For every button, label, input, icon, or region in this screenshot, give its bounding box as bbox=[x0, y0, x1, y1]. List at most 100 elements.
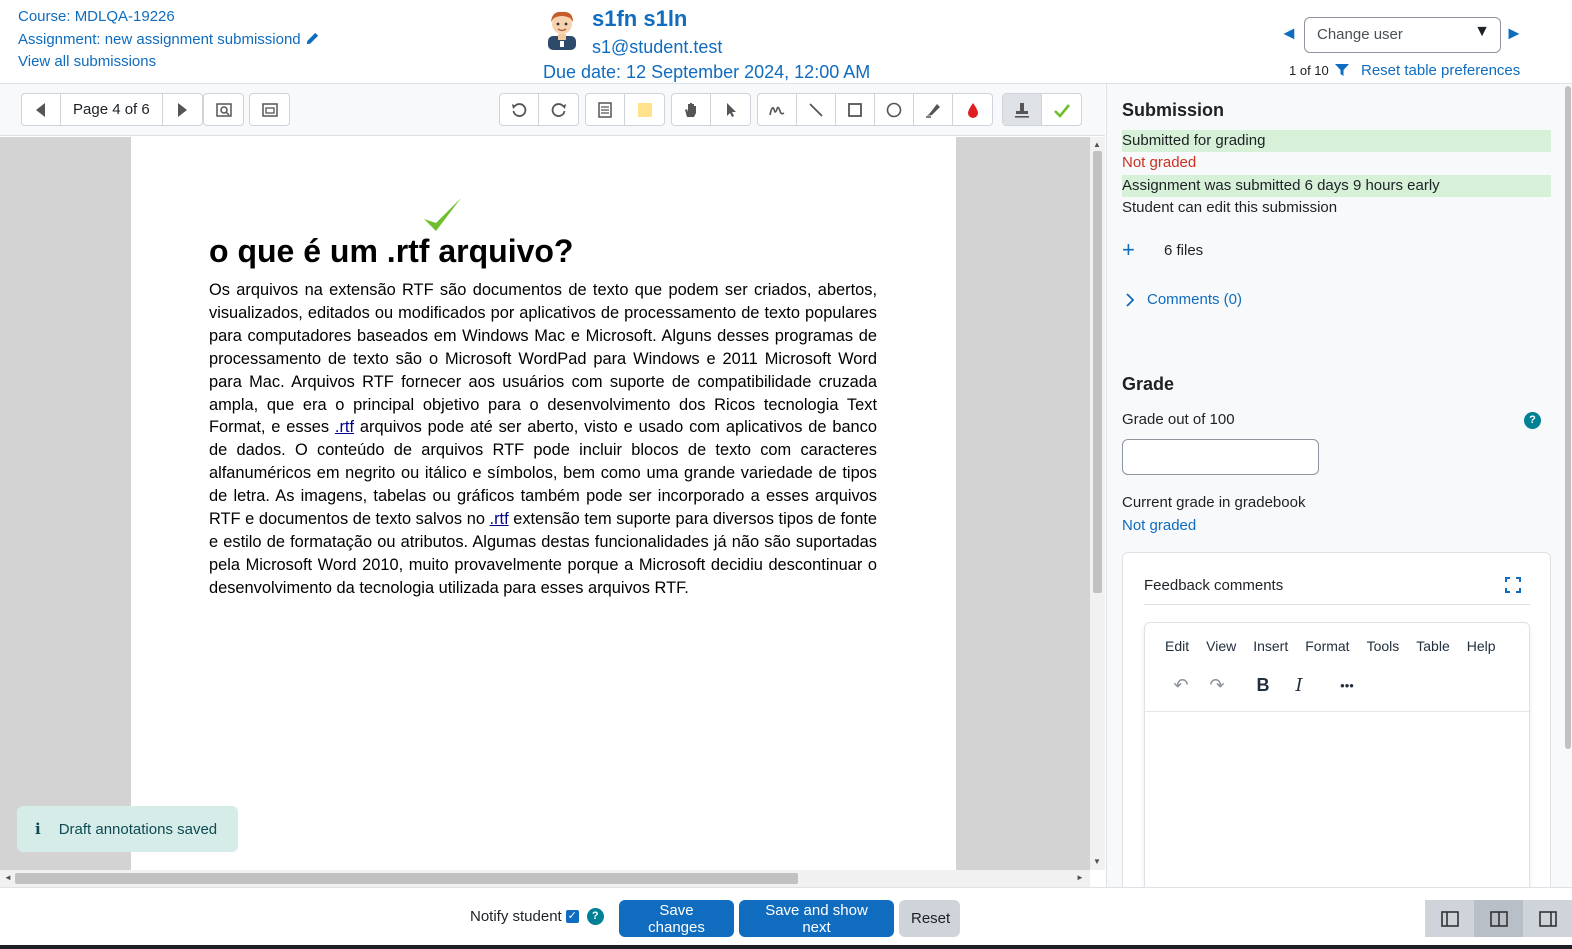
comment-button[interactable] bbox=[586, 94, 625, 125]
comments-label: Comments (0) bbox=[1147, 291, 1243, 308]
menu-help[interactable]: Help bbox=[1467, 638, 1496, 654]
save-and-show-next-button[interactable]: Save and show next bbox=[739, 900, 894, 937]
course-link[interactable]: Course: MDLQA-19226 bbox=[18, 6, 320, 29]
help-icon[interactable]: ? bbox=[586, 908, 604, 925]
rtf-link-1[interactable]: .rtf bbox=[335, 418, 354, 436]
rtf-link-2[interactable]: .rtf bbox=[490, 510, 509, 528]
plus-icon[interactable]: + bbox=[1122, 237, 1164, 263]
default-layout-button[interactable] bbox=[1474, 900, 1523, 937]
stamp-picker-button[interactable] bbox=[1042, 94, 1081, 125]
rectangle-button[interactable] bbox=[836, 94, 875, 125]
next-page-button[interactable] bbox=[163, 94, 202, 125]
help-icon[interactable]: ? bbox=[1524, 412, 1541, 429]
user-name[interactable]: s1fn s1ln bbox=[592, 6, 687, 32]
reset-button[interactable]: Reset bbox=[899, 900, 960, 937]
highlighter-button[interactable] bbox=[914, 94, 953, 125]
draw-tools-group bbox=[757, 93, 993, 126]
pan-button[interactable] bbox=[672, 94, 711, 125]
viewer-vertical-scrollbar-thumb[interactable] bbox=[1093, 151, 1102, 593]
viewer-horizontal-scrollbar[interactable]: ◄ ► bbox=[0, 870, 1090, 887]
next-user-icon[interactable]: ► bbox=[1505, 23, 1523, 44]
viewer-horizontal-scrollbar-thumb[interactable] bbox=[15, 873, 798, 884]
reset-table-preferences-link[interactable]: Reset table preferences bbox=[1361, 62, 1520, 79]
pan-select-group bbox=[671, 93, 751, 126]
stamp-button[interactable] bbox=[1003, 94, 1042, 125]
change-user-placeholder: Change user bbox=[1317, 26, 1403, 43]
annotation-toolbar: Page 4 of 6 bbox=[0, 84, 1105, 136]
previous-page-button[interactable] bbox=[22, 94, 61, 125]
toast-text: Draft annotations saved bbox=[58, 820, 218, 838]
assignment-link-label: Assignment: new assignment submissiond bbox=[18, 30, 301, 48]
view-all-submissions-link[interactable]: View all submissions bbox=[18, 51, 320, 74]
line-icon bbox=[809, 102, 823, 117]
menu-table[interactable]: Table bbox=[1416, 638, 1449, 654]
rotate-right-icon bbox=[551, 102, 566, 117]
oval-button[interactable] bbox=[875, 94, 914, 125]
save-changes-button[interactable]: Save changes bbox=[619, 900, 734, 937]
feedback-editor[interactable]: Edit View Insert Format Tools Table Help… bbox=[1144, 622, 1530, 887]
current-grade-value[interactable]: Not graded bbox=[1122, 517, 1196, 534]
previous-user-icon[interactable]: ◄ bbox=[1280, 23, 1298, 44]
notify-student-label: Notify student bbox=[470, 908, 562, 925]
notify-student-checkbox[interactable]: ✓ bbox=[565, 910, 579, 923]
redo-icon[interactable]: ↷ bbox=[1199, 675, 1235, 696]
fullscreen-icon[interactable] bbox=[1505, 577, 1521, 593]
menu-tools[interactable]: Tools bbox=[1367, 638, 1400, 654]
menu-format[interactable]: Format bbox=[1305, 638, 1349, 654]
draft-saved-toast: i Draft annotations saved bbox=[17, 806, 238, 852]
grade-panel: Submission Submitted for grading Not gra… bbox=[1106, 84, 1572, 887]
menu-insert[interactable]: Insert bbox=[1253, 638, 1288, 654]
rotate-right-button[interactable] bbox=[539, 94, 578, 125]
menu-view[interactable]: View bbox=[1206, 638, 1236, 654]
pdf-page[interactable]: o que é um .rtf arquivo? Os arquivos na … bbox=[131, 137, 956, 870]
oval-icon bbox=[886, 102, 902, 117]
expand-comments-button[interactable] bbox=[250, 94, 289, 125]
comment-color-button[interactable] bbox=[625, 94, 664, 125]
document-viewer[interactable]: o que é um .rtf arquivo? Os arquivos na … bbox=[0, 137, 1090, 870]
info-icon: i bbox=[35, 820, 41, 838]
panel-scrollbar-thumb[interactable] bbox=[1565, 86, 1571, 749]
annotation-color-button[interactable] bbox=[953, 94, 992, 125]
select-button[interactable] bbox=[711, 94, 750, 125]
pan-icon bbox=[685, 102, 696, 117]
comment-icon bbox=[598, 101, 612, 118]
collapse-review-panel-button[interactable] bbox=[1523, 900, 1572, 937]
assignment-link[interactable]: Assignment: new assignment submissiond bbox=[18, 29, 320, 52]
files-count: 6 files bbox=[1164, 241, 1204, 259]
grade-heading: Grade bbox=[1122, 374, 1175, 394]
bold-button[interactable]: B bbox=[1245, 675, 1281, 696]
scroll-left-icon[interactable]: ◄ bbox=[4, 873, 12, 882]
rotate-left-button[interactable] bbox=[500, 94, 539, 125]
scroll-down-icon[interactable]: ▼ bbox=[1093, 857, 1101, 866]
page-select[interactable]: Page 4 of 6 bbox=[61, 94, 163, 125]
menu-edit[interactable]: Edit bbox=[1165, 638, 1189, 654]
italic-button[interactable]: I bbox=[1281, 675, 1317, 696]
viewer-vertical-scrollbar[interactable]: ▲ ▼ bbox=[1090, 137, 1105, 870]
expand-comments-icon bbox=[261, 102, 278, 117]
editor-toolbar: ↶ ↷ B I ••• bbox=[1163, 675, 1365, 696]
default-layout-icon bbox=[1489, 910, 1508, 927]
timing-status: Assignment was submitted 6 days 9 hours … bbox=[1122, 175, 1551, 197]
search-comments-button[interactable] bbox=[204, 94, 243, 125]
filter-icon[interactable] bbox=[1335, 64, 1350, 76]
annotation-color-icon bbox=[967, 102, 978, 118]
user-email[interactable]: s1@student.test bbox=[592, 37, 722, 58]
comments-toggle[interactable]: Comments (0) bbox=[1126, 291, 1242, 308]
pen-button[interactable] bbox=[758, 94, 797, 125]
line-button[interactable] bbox=[797, 94, 836, 125]
check-stamp-icon[interactable] bbox=[421, 195, 463, 237]
files-toggle[interactable]: + 6 files bbox=[1122, 237, 1203, 263]
change-user-select[interactable]: Change user ▼ bbox=[1304, 17, 1501, 53]
highlighter-icon bbox=[926, 103, 940, 118]
panel-scrollbar[interactable] bbox=[1564, 84, 1572, 749]
scroll-right-icon[interactable]: ► bbox=[1076, 873, 1084, 882]
rotate-left-icon bbox=[512, 102, 527, 117]
grading-actions: Notify student ✓ ? Save changes Save and… bbox=[0, 887, 1572, 949]
undo-icon[interactable]: ↶ bbox=[1163, 675, 1199, 696]
scroll-up-icon[interactable]: ▲ bbox=[1093, 140, 1101, 149]
more-tools-button[interactable]: ••• bbox=[1329, 678, 1365, 693]
grade-input[interactable] bbox=[1122, 439, 1319, 475]
collapse-grade-panel-button[interactable] bbox=[1425, 900, 1474, 937]
stamp-group bbox=[1002, 93, 1082, 126]
rotate-group bbox=[499, 93, 579, 126]
